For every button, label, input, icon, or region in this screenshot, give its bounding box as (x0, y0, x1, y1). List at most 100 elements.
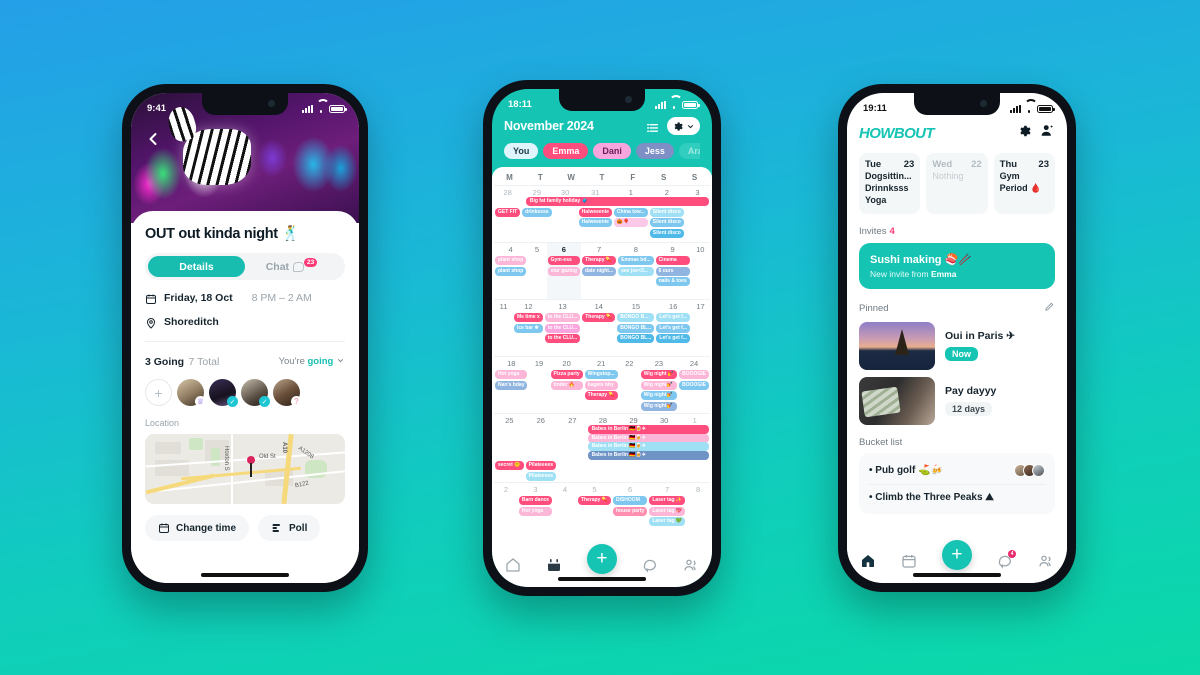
calendar-event-pill[interactable]: Wig night💅 (640, 401, 678, 411)
list-item[interactable]: • Pub golf ⛳🍻 (869, 457, 1045, 484)
calendar-day-cell[interactable]: 3 Barn dance Hot yoga (518, 483, 553, 539)
calendar-event-pill[interactable]: Silent disco (649, 218, 684, 227)
calendar-event-pill[interactable]: Wig night💅 (640, 380, 678, 390)
calendar-day-cell[interactable]: 8 (686, 483, 710, 539)
calendar-day-cell[interactable]: 6 DISHOOM house party (612, 483, 648, 539)
calendar-day-cell[interactable]: 7 Laser tag ✨ Laser tag 💖 Laser tag 💚 (648, 483, 686, 539)
calendar-event-pill[interactable]: Silent disco (649, 207, 684, 217)
calendar-day-cell[interactable]: 11 (494, 300, 513, 356)
calendar-event-pill[interactable]: Let's get f... (656, 313, 691, 322)
nav-calendar-icon[interactable] (546, 557, 562, 573)
back-button[interactable] (143, 129, 163, 149)
calendar-event-pill[interactable]: Cinema (655, 256, 690, 265)
calendar-event-pill[interactable]: Hot yoga (518, 506, 553, 516)
calendar-day-cell[interactable]: 29 drinkssss (521, 186, 552, 242)
filter-chip-you[interactable]: You (504, 143, 539, 159)
nav-chat-icon[interactable] (642, 557, 658, 573)
calendar-event-pill[interactable]: bagels bby (584, 380, 618, 390)
calendar-day-cell[interactable]: 5 Therapy 💊 (577, 483, 612, 539)
calendar-day-cell[interactable]: 4 (553, 483, 577, 539)
calendar-event-pill[interactable]: secret 🤫 (495, 461, 524, 470)
calendar-event-pill[interactable]: Barn dance (518, 496, 553, 505)
calendar-day-cell[interactable]: 21 Wingstop... bagels bby Therapy 💊 (584, 357, 619, 413)
calendar-day-cell[interactable]: 23 Wig night 💅 Wig night💅 Wig night💅 Wig nig… (640, 357, 678, 413)
calendar-day-cell[interactable]: 18 Hot yoga Nan's bday (494, 357, 528, 413)
calendar-day-cell[interactable]: 26 Pilateeees Pilateeees (525, 414, 557, 482)
pencil-icon[interactable] (1044, 301, 1055, 315)
calendar-event-pill[interactable]: DISHOOM (612, 496, 648, 505)
calendar-day-cell[interactable]: 27 (557, 414, 588, 482)
calendar-event-pill[interactable]: Emmas bd... (618, 256, 654, 265)
calendar-event-pill[interactable]: plant shop (495, 256, 527, 265)
calendar-event-pill[interactable]: 🎃🎈 (613, 218, 648, 227)
calendar-event-pill[interactable]: Laser tag 💚 (649, 517, 686, 526)
calendar-event-pill[interactable]: Wig night 💅 (640, 370, 678, 379)
invite-card[interactable]: Sushi making 🍣🥢 New invite from Emma (859, 243, 1055, 289)
calendar-event-pill[interactable]: see joe<3... (618, 266, 654, 276)
calendar-event-pill[interactable]: star gazing (547, 266, 581, 276)
calendar-event-pill[interactable]: nails & toes (655, 277, 690, 286)
calendar-day-cell[interactable]: 30 (553, 186, 578, 242)
calendar-day-cell[interactable]: 6 Gym-ess star gazing (546, 243, 582, 299)
filter-chip-emma[interactable]: Emma (543, 143, 589, 159)
gear-icon[interactable] (1017, 124, 1031, 143)
add-person-icon[interactable] (1040, 123, 1055, 143)
calendar-day-cell[interactable]: 13 to the CLU... to the CLU... to the CLU..… (544, 300, 581, 356)
nav-friends-icon[interactable] (1038, 553, 1054, 569)
calendar-day-cell[interactable]: 10 (691, 243, 710, 299)
avatar[interactable]: ✓ (241, 379, 270, 407)
calendar-event-pill[interactable]: to the CLU... (544, 323, 581, 333)
nav-calendar-icon[interactable] (901, 553, 917, 569)
rsvp-dropdown[interactable]: You're going (279, 356, 345, 367)
pinned-item[interactable]: Pay dayyy 12 days (859, 377, 1055, 425)
nav-home-icon[interactable] (860, 553, 876, 569)
calendar-event-pill[interactable]: 6 ours (655, 266, 690, 276)
nav-home-icon[interactable] (505, 557, 521, 573)
calendar-event-pill[interactable]: BONGO B... (617, 313, 655, 322)
calendar-event-pill[interactable]: Hot yoga (495, 370, 528, 379)
calendar-settings-button[interactable] (667, 117, 700, 135)
calendar-day-cell[interactable]: 2 Silent disco Silent disco Silent disco (649, 186, 685, 242)
calendar-day-cell[interactable]: 4 plant shop plant shop (494, 243, 527, 299)
calendar-event-pill[interactable]: to the CLU... (544, 334, 581, 343)
add-attendee-button[interactable]: + (145, 379, 172, 406)
calendar-event-pill[interactable]: tinder 🔥 (550, 380, 583, 390)
calendar-day-cell[interactable]: 3 (685, 186, 710, 242)
add-button[interactable]: + (586, 544, 617, 574)
calendar-multiday-event[interactable]: Babes in Berlin 🇩🇪🍺✈ (587, 442, 709, 451)
calendar-event-pill[interactable]: Therapy 💊 (582, 256, 617, 265)
calendar-day-cell[interactable]: 14 Therapy 💊 (581, 300, 616, 356)
calendar-multiday-event[interactable]: Big fat family holiday 🧳 (525, 197, 709, 206)
filter-chip-arabella[interactable]: Arabella (678, 143, 700, 159)
poll-button[interactable]: Poll (258, 515, 321, 541)
add-button[interactable]: + (941, 540, 972, 570)
calendar-event-pill[interactable]: Therapy 💊 (577, 496, 611, 505)
pinned-item[interactable]: Oui in Paris ✈ Now (859, 322, 1055, 370)
calendar-event-pill[interactable]: ice bar ❄ (513, 323, 543, 333)
calendar-event-pill[interactable]: Therapy 💊 (582, 313, 616, 322)
calendar-event-pill[interactable]: plant shop (495, 266, 527, 276)
calendar-event-pill[interactable]: Silent disco (649, 228, 684, 238)
calendar-event-pill[interactable]: Wig night💅 (640, 391, 678, 400)
avatar[interactable]: ✓ (209, 379, 238, 407)
calendar-event-pill[interactable]: BOOOGIE (679, 370, 709, 379)
calendar-day-cell[interactable]: 25 secret 🤫 (494, 414, 525, 482)
calendar-day-cell[interactable]: 8 Emmas bd... see joe<3... (617, 243, 654, 299)
calendar-event-pill[interactable]: Gym-ess (547, 256, 581, 265)
calendar-day-cell[interactable]: 5 (527, 243, 546, 299)
filter-chip-dani[interactable]: Dani (593, 143, 631, 159)
tab-details[interactable]: Details (148, 256, 245, 277)
calendar-event-pill[interactable]: drinkssss (522, 207, 552, 217)
calendar-day-cell[interactable]: 7 Therapy 💊 date night... (581, 243, 617, 299)
calendar-event-pill[interactable]: Me time x (513, 313, 543, 322)
list-item[interactable]: • Climb the Three Peaks ⛰ (869, 484, 1045, 510)
calendar-day-cell[interactable]: 15 BONGO B... BONGO BL... BONGO BL... (616, 300, 655, 356)
calendar-event-pill[interactable]: China tow... (613, 207, 648, 217)
calendar-event-pill[interactable]: Halweeenie (578, 207, 612, 217)
calendar-event-pill[interactable]: GET FIT (495, 207, 521, 217)
location-map[interactable]: Old St Hoxton S A10 A1208 B122 (145, 434, 345, 504)
calendar-day-cell[interactable]: 12 Me time x ice bar ❄ (513, 300, 544, 356)
calendar-day-cell[interactable]: 20 Pizza party tinder 🔥 (550, 357, 584, 413)
calendar-day-cell[interactable]: 22 (619, 357, 640, 413)
change-time-button[interactable]: Change time (145, 515, 250, 541)
